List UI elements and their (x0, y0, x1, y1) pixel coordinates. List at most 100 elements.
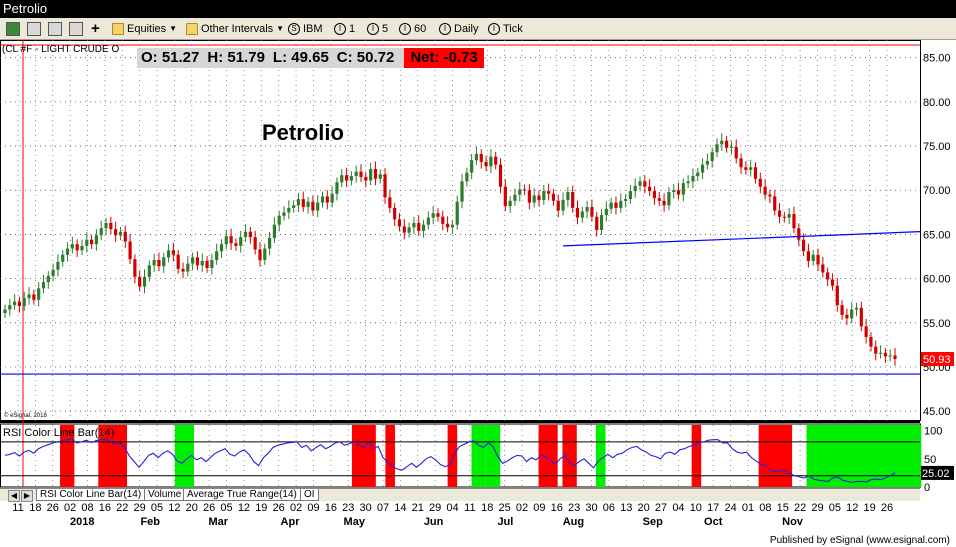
candle (89, 234, 94, 249)
arrow-right-icon: ▶ (23, 491, 31, 500)
rsi-overbought-bar (691, 425, 702, 487)
candle (705, 153, 709, 170)
candle (830, 273, 835, 291)
candle (614, 196, 618, 215)
candle (234, 238, 238, 251)
candle (859, 301, 863, 332)
tab-next-button[interactable]: ▶ (21, 490, 33, 502)
candle (8, 298, 12, 317)
price-tick-label: 80.00 (923, 97, 951, 109)
candle (94, 229, 99, 251)
layout-grid-icon (6, 22, 20, 36)
candle (123, 225, 127, 249)
candle (282, 206, 286, 221)
tab-rsi[interactable]: RSI Color Line Bar(14) (36, 489, 146, 501)
interval-daily-label: Daily (454, 23, 479, 35)
day-tick-label: 02 (290, 502, 302, 514)
ohlc-panel: O: 51.27 H: 51.79 L: 49.65 C: 50.72 Net:… (137, 48, 484, 68)
day-tick-label: 18 (481, 502, 493, 514)
candle (782, 211, 786, 223)
layout-button-4[interactable] (69, 21, 83, 37)
candle (595, 211, 599, 237)
candle (229, 228, 233, 250)
tab-volume[interactable]: Volume (144, 489, 186, 501)
candle (652, 186, 657, 205)
day-tick-label: 30 (585, 502, 597, 514)
ibm-symbol[interactable]: S IBM (288, 21, 323, 37)
candle (623, 194, 628, 208)
layout-split-icon (27, 22, 41, 36)
day-tick-label: 11 (464, 502, 475, 514)
other-intervals-menu-label: Other Intervals (201, 23, 274, 35)
candle (359, 164, 363, 182)
day-tick-label: 30 (359, 502, 371, 514)
equities-menu[interactable]: Equities ▼ (112, 21, 177, 37)
equities-menu-label: Equities (127, 23, 167, 35)
candle (518, 181, 522, 202)
candle (503, 179, 507, 211)
candle (551, 188, 556, 206)
interval-60-label: 60 (414, 23, 427, 35)
candle (773, 190, 777, 216)
rsi-oversold-bar (471, 425, 486, 487)
candle (571, 185, 575, 213)
day-tick-label: 22 (116, 502, 128, 514)
day-tick-label: 26 (203, 502, 215, 514)
candle (883, 347, 887, 363)
interval-60[interactable]: I 60 (399, 21, 426, 37)
folder-icon (112, 23, 124, 35)
price-tick-label: 45.00 (923, 406, 951, 418)
candle (195, 251, 200, 271)
candle (686, 175, 690, 189)
day-tick-label: 06 (603, 502, 615, 514)
candle (556, 194, 560, 218)
layout-button-1[interactable] (6, 21, 20, 37)
high-value: H: 51.79 (207, 49, 265, 66)
candle (138, 270, 142, 292)
tab-atr[interactable]: Average True Range(14) (183, 489, 301, 501)
interval-1[interactable]: I1 (334, 21, 355, 37)
candle (292, 200, 296, 213)
candle (142, 269, 147, 294)
rsi-overbought-bar (351, 425, 362, 487)
candle (542, 184, 546, 205)
interval-daily[interactable]: I Daily (439, 21, 478, 37)
candle (850, 302, 854, 324)
day-tick-label: 17 (707, 502, 719, 514)
candle (325, 190, 329, 210)
study-tabs: ◀ ▶ RSI Color Line Bar(14) Volume Averag… (0, 488, 920, 502)
month-label: Nov (782, 516, 804, 528)
day-tick-label: 08 (81, 502, 93, 514)
candle (239, 230, 243, 253)
other-intervals-menu[interactable]: Other Intervals ▼ (186, 21, 284, 37)
candle (739, 153, 743, 174)
candle (513, 188, 517, 206)
interval-5[interactable]: I5 (367, 21, 388, 37)
layout-button-3[interactable] (48, 21, 62, 37)
rsi-tick-label: 50 (924, 454, 936, 466)
tab-oi[interactable]: OI (300, 489, 319, 501)
day-tick-label: 02 (64, 502, 76, 514)
month-label: May (344, 516, 366, 528)
candle (373, 161, 378, 186)
candle (662, 193, 666, 212)
day-tick-label: 01 (742, 502, 754, 514)
rsi-overbought-bar (447, 425, 458, 487)
month-label: Oct (704, 516, 723, 528)
add-window-button[interactable]: + (91, 21, 100, 37)
candle (715, 138, 719, 158)
candle (441, 210, 445, 231)
candle (628, 184, 633, 204)
candle (826, 267, 830, 287)
tab-prev-button[interactable]: ◀ (8, 490, 20, 502)
rsi-title: RSI Color Line Bar(14) (3, 427, 114, 439)
day-tick-label: 22 (794, 502, 806, 514)
interval-tick[interactable]: I Tick (488, 21, 523, 37)
candle (219, 239, 224, 258)
candle (70, 236, 74, 254)
layout-button-2[interactable] (27, 21, 41, 37)
candle (744, 161, 748, 175)
price-tick-label: 65.00 (923, 229, 951, 241)
month-label: Feb (140, 516, 160, 528)
candle (479, 149, 483, 169)
